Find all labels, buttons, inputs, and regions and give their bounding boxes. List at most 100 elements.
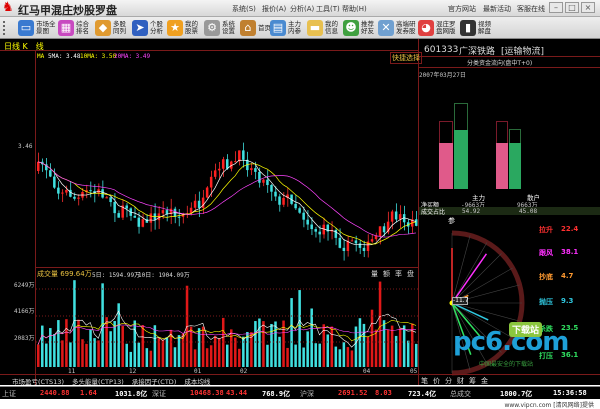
folder-icon: ▬ xyxy=(307,20,323,36)
hs-label: 沪深 xyxy=(300,390,314,398)
right-bottom-tabs: 笔 价 分 财 筹 金 xyxy=(421,376,488,386)
toolbar-button-label: 视频解盘 xyxy=(478,20,491,35)
volume-bar xyxy=(61,340,64,367)
sh-change: 1.64 xyxy=(80,389,97,397)
candle xyxy=(177,216,181,218)
volume-bar xyxy=(149,350,153,367)
散户-buy-bar xyxy=(496,142,508,189)
close-button[interactable]: × xyxy=(581,2,595,13)
tab-finance[interactable]: 财 xyxy=(457,376,464,386)
candle xyxy=(370,239,374,242)
ma20-value: 20MA: 3.49 xyxy=(114,53,151,60)
minimize-button[interactable]: – xyxy=(549,2,563,13)
candle xyxy=(266,179,269,186)
toolbar-button-star[interactable]: ★ 我的股票 xyxy=(167,18,199,38)
toolbar-button-folder[interactable]: ▬ 我的信息 xyxy=(307,18,339,38)
candle xyxy=(298,208,301,213)
volume-bar xyxy=(370,309,374,367)
maximize-button[interactable]: □ xyxy=(565,2,579,13)
volume-bar xyxy=(225,344,229,367)
volume-bar xyxy=(230,329,233,367)
volume-bar xyxy=(326,334,330,367)
candle xyxy=(193,200,197,208)
menu-analysis[interactable]: 分析(A) xyxy=(290,4,314,14)
volume-bar xyxy=(410,323,414,367)
ma10-value: 10MA: 3.50 xyxy=(80,53,117,60)
horse-logo-icon: ♞ xyxy=(2,0,14,15)
menu-help[interactable]: 帮助(H) xyxy=(342,4,367,14)
tab-minute[interactable]: 分 xyxy=(445,376,452,386)
volume-bar xyxy=(65,319,68,367)
tab-funds[interactable]: 金 xyxy=(481,376,488,386)
candlestick-chart[interactable] xyxy=(36,61,418,261)
home-icon: ⌂ xyxy=(240,20,256,36)
toolbar-button-cubes[interactable]: ◆ 多股同列 xyxy=(95,18,127,38)
volume-bar xyxy=(374,329,378,367)
tab-chips[interactable]: 筹 xyxy=(469,376,476,386)
volume-bar xyxy=(310,308,313,367)
volume-bar xyxy=(177,335,181,367)
volume-bar xyxy=(37,344,40,367)
monitor-icon: ▭ xyxy=(18,20,34,36)
toolbar-button-monitor[interactable]: ▭ 市场全景图 xyxy=(18,18,57,38)
toolbar-button-home[interactable]: ⌂ 首页 xyxy=(240,18,274,38)
volume-bar xyxy=(290,298,293,367)
volume-bar xyxy=(378,281,382,367)
compass-legend-label: 抄底 xyxy=(539,273,553,281)
candle xyxy=(225,159,229,169)
pc6-subtitle: 中国最安全的下载站 xyxy=(479,361,534,368)
toolbar-grip[interactable] xyxy=(3,21,6,35)
menu-quote[interactable]: 报价(A) xyxy=(262,4,286,14)
flow-title: 分类资金流向(盘中T+0) xyxy=(467,60,533,67)
ma5-value: 5MA: 3.48 xyxy=(48,53,81,60)
sz-label: 深证 xyxy=(152,390,166,398)
candle xyxy=(65,189,68,193)
tab-cost-ma[interactable]: 成本均线 xyxy=(184,376,210,386)
toolbar-button-map[interactable]: ✕ 高端研发券股 xyxy=(378,18,417,38)
tab-ctp13[interactable]: 多头能量(CTP13) xyxy=(72,376,124,386)
candle xyxy=(262,179,265,183)
menu-tools[interactable]: 工具(T) xyxy=(316,4,340,14)
compass-arrow-1 xyxy=(451,253,488,304)
tab-ctd[interactable]: 承接因子(CTD) xyxy=(132,376,177,386)
volume-bar xyxy=(133,320,137,367)
users-icon: ☻ xyxy=(343,20,359,36)
volume-bar xyxy=(125,343,128,367)
volume-bar xyxy=(306,331,309,367)
stock-code: 601333 xyxy=(424,45,459,55)
link-official-site[interactable]: 官方网站 xyxy=(448,4,476,14)
candle xyxy=(165,210,169,215)
toolbar-button-users[interactable]: ☻ 推荐好友 xyxy=(343,18,375,38)
menu-system[interactable]: 系统(S) xyxy=(232,4,256,14)
share-main: 54.92 xyxy=(462,208,481,215)
link-customer-service[interactable]: 客服在线 xyxy=(517,4,545,14)
toolbar-button-gear[interactable]: ⚙ 系统设置 xyxy=(204,18,236,38)
volume-bar xyxy=(358,318,362,367)
volume-bar xyxy=(113,321,116,367)
tab-cts13[interactable]: 市场盈亏(CTS13) xyxy=(12,376,64,386)
tab-ticks[interactable]: 笔 xyxy=(421,376,428,386)
candle xyxy=(37,161,40,171)
volume-chart[interactable] xyxy=(36,277,418,367)
candle xyxy=(302,212,305,220)
toolbar-button-label: 市场全景图 xyxy=(36,20,56,35)
toolbar-button-grid[interactable]: ▦ 综合排名 xyxy=(58,18,90,38)
volume-bar xyxy=(242,336,245,367)
volume-bar xyxy=(73,280,76,367)
link-latest-events[interactable]: 最新活动 xyxy=(483,4,511,14)
candle xyxy=(270,185,273,192)
volume-bar xyxy=(314,343,317,367)
candle xyxy=(234,161,237,163)
candle xyxy=(294,203,297,209)
volume-bar xyxy=(153,325,157,367)
toolbar-button-arrow[interactable]: ➤ 个股分析 xyxy=(132,18,164,38)
toolbar-button-film[interactable]: ▮ 视频解盘 xyxy=(460,18,492,38)
toolbar-button-pie[interactable]: ◕ 混庄罗盘网版 xyxy=(418,18,457,38)
toolbar-button-book[interactable]: ▤ 主力内参 xyxy=(270,18,302,38)
volume-bar xyxy=(238,348,241,367)
candle xyxy=(306,219,309,225)
status-bar: 上证 2440.88 1.64 1031.8亿 深证 10468.38 43.4… xyxy=(0,386,600,399)
candle xyxy=(217,168,221,171)
candle xyxy=(314,229,317,232)
tab-price[interactable]: 价 xyxy=(433,376,440,386)
